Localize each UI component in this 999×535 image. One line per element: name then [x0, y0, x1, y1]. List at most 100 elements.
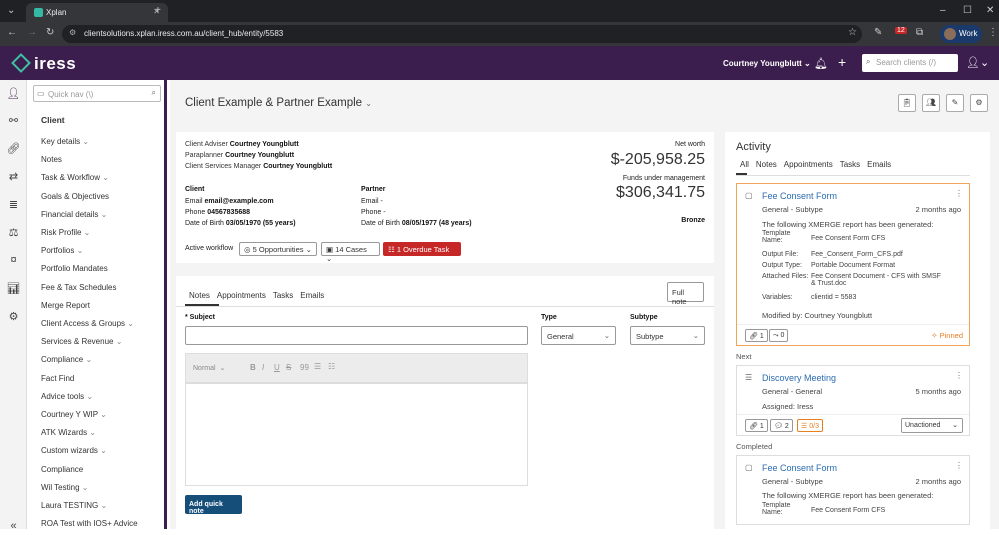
workflow-icon[interactable]: ⇄	[6, 170, 21, 185]
tab-appointments[interactable]: Appointments	[784, 160, 833, 169]
clipboard-icon[interactable]: 📋︎	[898, 94, 916, 112]
account-icon[interactable]: 👤︎⌄	[966, 56, 989, 69]
tab-notes[interactable]: Notes	[189, 291, 210, 300]
italic-icon[interactable]: I	[262, 363, 264, 372]
quote-icon[interactable]: 99	[300, 363, 309, 372]
bookmark-icon[interactable]: ☆	[848, 27, 857, 38]
nav-item[interactable]: Risk Profile ⌄	[41, 228, 90, 237]
tab-all[interactable]: All	[740, 160, 749, 169]
tab-notes[interactable]: Notes	[756, 160, 777, 169]
nav-item[interactable]: Key details ⌄	[41, 137, 89, 146]
bullet-list-icon[interactable]: ☰	[314, 362, 321, 371]
nav-item[interactable]: Client Access & Groups ⌄	[41, 319, 134, 328]
nav-item[interactable]: Laura TESTING ⌄	[41, 501, 107, 510]
checklist-button[interactable]: ☰ 0/3	[797, 419, 823, 432]
tab-tasks[interactable]: Tasks	[840, 160, 860, 169]
activity-item-title[interactable]: Fee Consent Form	[762, 191, 837, 201]
browser-tab[interactable]: Xplan ✕	[26, 3, 168, 22]
client-icon[interactable]: 👤︎	[6, 87, 21, 102]
more-icon[interactable]: ⋮	[955, 461, 963, 470]
new-tab-icon[interactable]: +	[155, 5, 161, 16]
chart-icon[interactable]: 📊︎	[6, 282, 21, 297]
numbered-list-icon[interactable]: ☷	[328, 362, 335, 371]
type-select[interactable]: General ⌄	[541, 326, 616, 345]
format-select[interactable]: Normal ⌄	[193, 364, 225, 372]
tab-tasks[interactable]: Tasks	[273, 291, 293, 300]
bold-icon[interactable]: B	[250, 363, 256, 372]
nav-item[interactable]: Merge Report	[41, 301, 90, 310]
nav-item[interactable]: Services & Revenue ⌄	[41, 337, 122, 346]
opportunities-dropdown[interactable]: ◎ 5 Opportunities ⌄	[239, 242, 317, 256]
forward-icon[interactable]: →	[27, 27, 37, 38]
nav-item[interactable]: ROA Test with IOS+ Advice	[41, 519, 138, 528]
gear-icon[interactable]: ⚙	[970, 94, 988, 112]
person-settings-icon[interactable]: 👥︎	[922, 94, 940, 112]
maximize-icon[interactable]: ☐	[963, 5, 972, 16]
menu-icon[interactable]: ⋮	[988, 27, 998, 38]
bell-icon[interactable]: 🔔︎	[814, 57, 828, 70]
link-icon[interactable]: 🔗︎	[6, 142, 21, 157]
user-menu[interactable]: Courtney Youngblutt ⌄	[723, 59, 811, 68]
quick-nav-input[interactable]: ▭ Quick nav (\) ⌕	[33, 85, 161, 102]
activity-item-pinned[interactable]: ▢ Fee Consent Form ⋮ General - Subtype 2…	[736, 183, 970, 346]
nav-item[interactable]: Financial details ⌄	[41, 210, 107, 219]
tab-emails[interactable]: Emails	[300, 291, 324, 300]
pinned-toggle[interactable]: ✧ Pinned	[931, 331, 963, 340]
close-window-icon[interactable]: ✕	[986, 5, 994, 16]
nav-item[interactable]: Task & Workflow ⌄	[41, 173, 109, 182]
settings-icon[interactable]: ⚙	[6, 310, 21, 325]
nav-item[interactable]: Wil Testing ⌄	[41, 483, 88, 492]
network-icon[interactable]: ⚯	[6, 114, 21, 129]
site-info-icon[interactable]: ⚙	[69, 28, 76, 37]
tab-emails[interactable]: Emails	[867, 160, 891, 169]
nav-item[interactable]: Compliance	[41, 465, 83, 474]
nav-item[interactable]: Compliance ⌄	[41, 355, 92, 364]
page-title[interactable]: Client Example & Partner Example ⌄	[185, 97, 372, 109]
back-icon[interactable]: ←	[7, 27, 17, 38]
url-field[interactable]: ⚙ clientsolutions.xplan.iress.com.au/cli…	[62, 25, 862, 43]
add-icon[interactable]: +	[838, 54, 846, 70]
comments-button[interactable]: 💬︎ 2	[770, 419, 793, 432]
full-note-button[interactable]: Full note	[667, 282, 704, 306]
note-body-editor[interactable]	[185, 383, 528, 486]
more-icon[interactable]: ⋮	[955, 371, 963, 380]
nav-item[interactable]: Goals & Objectives	[41, 192, 109, 201]
client-search-input[interactable]: ⌕ Search clients (/)	[862, 54, 958, 72]
activity-item-title[interactable]: Discovery Meeting	[762, 373, 836, 383]
collapse-icon[interactable]: «	[6, 520, 21, 535]
stack-icon[interactable]: ≣	[6, 198, 21, 213]
activity-item-completed[interactable]: ▢ Fee Consent Form ⋮ General - Subtype 2…	[736, 455, 970, 525]
status-select[interactable]: Unactioned ⌄	[901, 418, 963, 433]
links-button[interactable]: 🔗︎ 1	[745, 419, 768, 432]
nav-item[interactable]: Advice tools ⌄	[41, 392, 93, 401]
links-button[interactable]: 🔗︎ 1	[745, 329, 768, 342]
balance-icon[interactable]: ⚖	[6, 226, 21, 241]
more-icon[interactable]: ⋮	[955, 189, 963, 198]
nav-item[interactable]: Courtney Y WIP ⌄	[41, 410, 107, 419]
client-email[interactable]: email@example.com	[204, 198, 273, 205]
extension-badge[interactable]: 12	[895, 27, 907, 34]
strikethrough-icon[interactable]: S	[286, 363, 291, 372]
eyedropper-icon[interactable]: ✎	[874, 27, 882, 38]
cases-dropdown[interactable]: ▣ 14 Cases ⌄	[321, 242, 380, 263]
overdue-task-dropdown[interactable]: ☷ 1 Overdue Task ⌄	[383, 242, 461, 263]
profile-button[interactable]: Work	[940, 25, 982, 43]
nav-item[interactable]: Fact Find	[41, 374, 74, 383]
nav-item[interactable]: Portfolios ⌄	[41, 246, 83, 255]
nav-item[interactable]: Portfolio Mandates	[41, 264, 108, 273]
subtype-select[interactable]: Subtype ⌄	[630, 326, 705, 345]
subject-input[interactable]	[185, 326, 528, 345]
tab-list-icon[interactable]: ⌄	[7, 5, 15, 16]
activity-item-meeting[interactable]: ☰ Discovery Meeting ⋮ General - General …	[736, 365, 970, 436]
person-edit-icon[interactable]: ✎	[946, 94, 964, 112]
minimize-icon[interactable]: –	[940, 5, 946, 16]
reload-icon[interactable]: ↻	[46, 27, 54, 38]
nav-item[interactable]: Fee & Tax Schedules	[41, 283, 116, 292]
add-quick-note-button[interactable]: Add quick note	[185, 495, 242, 515]
iress-logo[interactable]: iress	[11, 53, 76, 74]
tab-appointments[interactable]: Appointments	[217, 291, 266, 300]
flow-button[interactable]: ⤳ 0	[769, 329, 789, 342]
extensions-icon[interactable]: ⧉	[916, 27, 923, 38]
nav-item[interactable]: ATK Wizards ⌄	[41, 428, 96, 437]
nav-item[interactable]: Custom wizards ⌄	[41, 446, 107, 455]
